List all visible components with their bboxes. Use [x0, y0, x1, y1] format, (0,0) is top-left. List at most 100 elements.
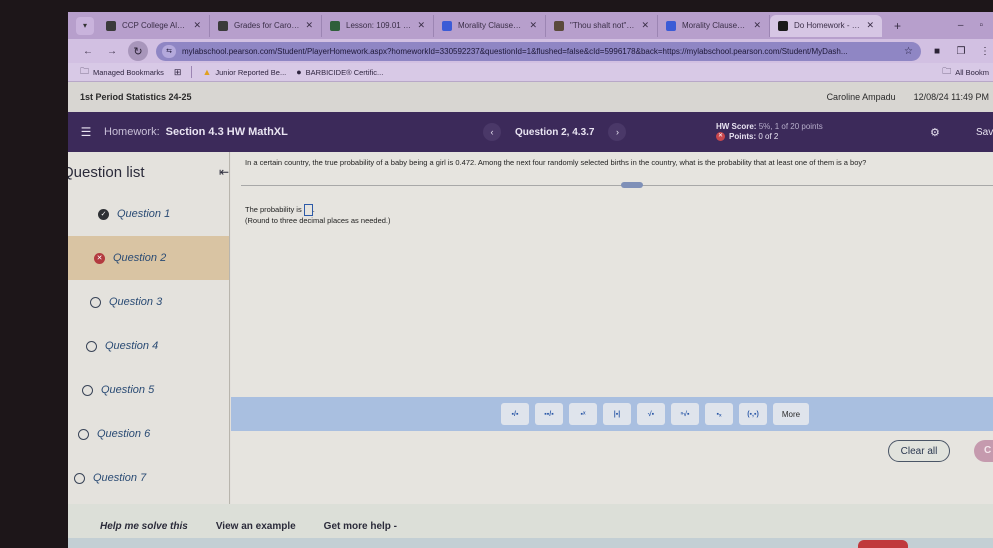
current-question: Question 2, 4.3.7 — [515, 126, 595, 138]
close-tab-icon[interactable]: ✕ — [417, 20, 425, 31]
answer-input[interactable] — [303, 204, 313, 216]
bookmark-junior-reported[interactable]: ▲ Junior Reported Be... — [202, 67, 286, 77]
square-root-icon: √▪ — [647, 410, 655, 418]
homework-label: Homework: — [104, 126, 160, 138]
course-bar: 1st Period Statistics 24-25 Caroline Amp… — [68, 82, 993, 112]
subscript-icon: ▪ₓ — [716, 410, 722, 418]
fraction-icon: ▪/▪ — [511, 410, 519, 418]
all-bookmarks[interactable]: 🗀 All Bookm — [942, 64, 993, 80]
menu-icon[interactable]: ⋮ — [977, 46, 993, 57]
clear-all-button[interactable]: Clear all — [888, 440, 950, 462]
bookmark-separator — [191, 66, 193, 78]
absolute-value-icon: |▪| — [613, 410, 621, 418]
address-bar[interactable]: ⇆ mylabschool.pearson.com/Student/Player… — [156, 41, 921, 61]
bookmark-barbicide[interactable]: ● BARBICIDE® Certific... — [296, 67, 383, 77]
question-list-item[interactable]: Question 5 — [68, 368, 229, 412]
collapse-panel-icon[interactable]: ⇤ — [219, 165, 229, 179]
back-icon[interactable]: ← — [80, 46, 96, 57]
extensions-puzzle-icon[interactable]: ❐ — [953, 46, 969, 57]
browser-tab[interactable]: Morality Clauses - Go ✕ — [658, 14, 770, 37]
site-settings-icon[interactable]: ⇆ — [162, 44, 176, 58]
exponent-button[interactable]: ▪ˣ — [569, 403, 597, 425]
browser-tab[interactable]: Grades for Caroline A ✕ — [210, 14, 322, 37]
question-list-item[interactable]: Question 4 — [68, 324, 229, 368]
empty-circle-icon — [74, 472, 85, 484]
close-tab-icon[interactable]: ✕ — [753, 20, 761, 31]
view-example-button[interactable]: View an example — [216, 521, 296, 532]
browser-tab[interactable]: CCP College Algebra ✕ — [98, 14, 210, 37]
question-list-item[interactable]: Question 3 — [68, 280, 229, 324]
close-tab-icon[interactable]: ✕ — [641, 20, 649, 31]
mixed-number-icon: ▪▪/▪ — [544, 410, 554, 418]
new-tab-button[interactable]: + — [886, 19, 909, 33]
sign-out-button[interactable] — [858, 540, 908, 548]
empty-circle-icon — [90, 296, 101, 308]
check-circle-icon: ✓ — [98, 208, 109, 220]
get-more-help-button[interactable]: Get more help - — [324, 521, 397, 532]
question-list-item[interactable]: ✓ Question 1 — [68, 192, 229, 236]
forward-icon[interactable]: → — [104, 46, 120, 57]
browser-tab[interactable]: "Thou shalt not" Cath ✕ — [546, 14, 658, 37]
absolute-value-button[interactable]: |▪| — [603, 403, 631, 425]
folder-icon: 🗀 — [942, 66, 952, 76]
question-text: In a certain country, the true probabili… — [245, 158, 867, 167]
check-answer-button[interactable]: C — [974, 440, 993, 462]
hamburger-menu-icon[interactable]: ☰ — [68, 125, 104, 139]
incorrect-icon: ✕ — [716, 132, 725, 142]
taskbar — [68, 538, 993, 548]
subscript-button[interactable]: ▪ₓ — [705, 403, 733, 425]
user-name[interactable]: Caroline Ampadu — [827, 92, 896, 102]
next-question-icon[interactable]: › — [608, 123, 627, 141]
image-icon — [554, 20, 564, 31]
bookmark-icon: ● — [296, 67, 302, 77]
save-button[interactable]: Sav — [976, 127, 993, 138]
folder-icon: 🗀 — [80, 66, 90, 76]
minimize-icon[interactable]: – — [958, 20, 964, 31]
drive-icon: ▲ — [202, 67, 212, 77]
resize-handle[interactable] — [621, 182, 643, 188]
datetime: 12/08/24 11:49 PM — [913, 92, 989, 102]
ordered-pair-icon: (▪,▪) — [747, 410, 759, 418]
square-root-button[interactable]: √▪ — [637, 403, 665, 425]
settings-gear-icon[interactable]: ⚙ — [930, 126, 940, 139]
close-tab-icon[interactable]: ✕ — [305, 20, 313, 31]
url-text[interactable]: mylabschool.pearson.com/Student/PlayerHo… — [182, 47, 898, 56]
reload-icon[interactable]: ↻ — [128, 41, 148, 61]
question-list-item[interactable]: Question 6 — [68, 412, 229, 456]
score-panel: HW Score: 5%, 1 of 20 points ✕ Points: 0 … — [716, 122, 823, 142]
restore-icon[interactable]: ▫ — [979, 20, 983, 31]
bookmark-star-icon[interactable]: ☆ — [904, 46, 921, 57]
points: 0 of 2 — [758, 132, 779, 141]
browser-tab[interactable]: Morality Clauses - Go ✕ — [434, 14, 546, 37]
close-tab-icon[interactable]: ✕ — [193, 20, 201, 31]
question-list-item[interactable]: Question 7 — [68, 456, 229, 500]
bookmark-apps[interactable]: ⊞ — [174, 67, 182, 78]
nth-root-button[interactable]: ⁿ√▪ — [671, 403, 699, 425]
browser-tab[interactable]: Do Homework - Secti ✕ — [770, 14, 882, 37]
close-tab-icon[interactable]: ✕ — [529, 20, 537, 31]
extension-icon[interactable]: ■ — [929, 46, 945, 57]
fraction-button[interactable]: ▪/▪ — [501, 403, 529, 425]
docs-icon — [442, 20, 452, 31]
question-list-item[interactable]: ✕ Question 2 — [68, 236, 229, 280]
close-tab-icon[interactable]: ✕ — [866, 20, 874, 31]
empty-circle-icon — [82, 384, 93, 396]
bookmark-managed[interactable]: 🗀 Managed Bookmarks — [80, 64, 164, 80]
mixed-number-button[interactable]: ▪▪/▪ — [535, 403, 563, 425]
question-list-panel: Question list ⇤ ✓ Question 1 ✕ Question 2… — [68, 152, 230, 528]
pearson-icon — [778, 20, 788, 31]
math-toolbar: ▪/▪ ▪▪/▪ ▪ˣ |▪| √▪ ⁿ√▪ ▪ₓ (▪,▪) More — [231, 397, 993, 431]
homework-title: Section 4.3 HW MathXL — [165, 126, 288, 138]
empty-circle-icon — [86, 340, 97, 352]
help-me-solve-button[interactable]: Help me solve this — [100, 521, 188, 532]
nth-root-icon: ⁿ√▪ — [680, 410, 690, 418]
apps-grid-icon: ⊞ — [173, 66, 182, 77]
previous-question-icon[interactable]: ‹ — [483, 123, 501, 141]
tab-search-dropdown[interactable]: ▾ — [76, 16, 94, 35]
more-math-button[interactable]: More — [773, 403, 809, 425]
browser-window: ▾ CCP College Algebra ✕ Grades for Carol… — [68, 12, 993, 548]
docs-icon — [666, 20, 676, 31]
ordered-pair-button[interactable]: (▪,▪) — [739, 403, 767, 425]
presentation-icon — [330, 20, 340, 31]
browser-tab[interactable]: Lesson: 109.01 Wig ✕ — [322, 14, 434, 37]
